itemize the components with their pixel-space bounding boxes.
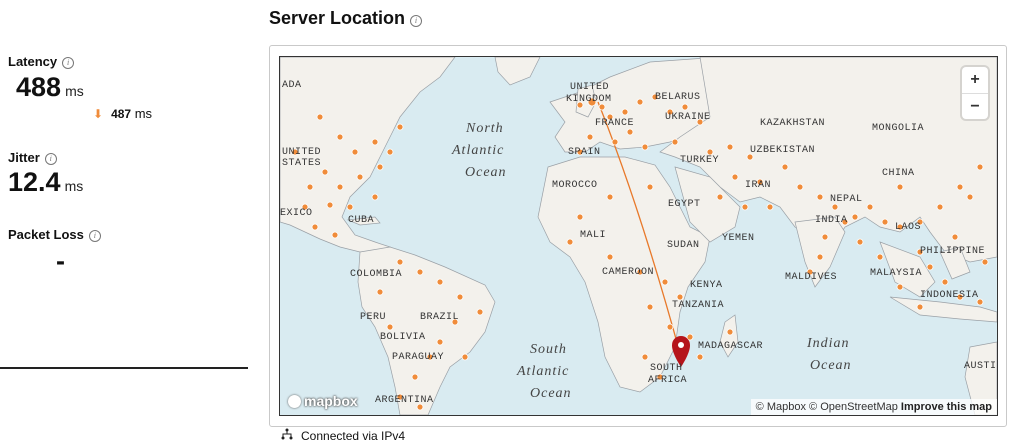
map-label: UNITED bbox=[282, 147, 321, 158]
map-card: ADA UNITED STATES EXICO CUBA COLOMBIA PE… bbox=[269, 45, 1007, 427]
map-label: SUDAN bbox=[667, 240, 700, 251]
zoom-in-button[interactable]: + bbox=[962, 67, 988, 94]
mapbox-icon bbox=[288, 395, 301, 408]
map-label: IRAN bbox=[745, 180, 771, 191]
mapbox-attribution-link[interactable]: © Mapbox bbox=[756, 401, 806, 413]
map-attribution: © Mapbox © OpenStreetMap Improve this ma… bbox=[750, 399, 997, 415]
ocean-label: South bbox=[530, 342, 567, 357]
ocean-label: Indian bbox=[806, 336, 850, 351]
map-label: YEMEN bbox=[722, 233, 755, 244]
map-label: STATES bbox=[282, 158, 321, 169]
map-label: TANZANIA bbox=[672, 300, 724, 311]
map-label: UNITED bbox=[570, 82, 609, 93]
map-label: CHINA bbox=[882, 168, 915, 179]
metrics-panel: Latency i 488 ms ⬇ 487 ms Jitter i 12.4 ms Pa… bbox=[0, 0, 250, 444]
latency-unit: ms bbox=[65, 83, 84, 99]
info-icon[interactable]: i bbox=[44, 153, 57, 165]
map-label: CAMEROON bbox=[602, 267, 654, 278]
map-label: PERU bbox=[360, 312, 386, 323]
map-label: PHILIPPINE bbox=[920, 246, 985, 257]
latency-download: ⬇ 487 ms bbox=[93, 106, 153, 121]
map-label: TURKEY bbox=[680, 155, 719, 166]
map-label: ADA bbox=[282, 80, 302, 91]
network-icon bbox=[281, 428, 293, 443]
map-label: ARGENTINA bbox=[375, 395, 434, 406]
latency-value: 488 ms bbox=[16, 72, 84, 102]
map-label: PARAGUAY bbox=[392, 352, 444, 363]
mapbox-logo[interactable]: mapbox bbox=[288, 393, 358, 409]
ocean-label: Atlantic bbox=[516, 364, 569, 379]
world-map: ADA UNITED STATES EXICO CUBA COLOMBIA PE… bbox=[280, 57, 997, 415]
latency-label: Latency i bbox=[8, 54, 75, 69]
map-label: COLOMBIA bbox=[350, 269, 402, 280]
map-label: SOUTH bbox=[650, 363, 683, 374]
info-icon[interactable]: i bbox=[410, 15, 423, 27]
map-label: MONGOLIA bbox=[872, 123, 924, 134]
connection-status: Connected via IPv4 bbox=[281, 428, 405, 443]
map-label: KINGDOM bbox=[566, 94, 612, 105]
map-label: AUSTI bbox=[964, 361, 997, 372]
map-label: CUBA bbox=[348, 215, 374, 226]
map-label: MALI bbox=[580, 230, 606, 241]
zoom-out-button[interactable]: − bbox=[962, 94, 988, 120]
download-arrow-icon: ⬇ bbox=[93, 107, 104, 121]
ocean-label: Ocean bbox=[810, 358, 852, 373]
map-label: INDIA bbox=[815, 215, 848, 226]
jitter-value: 12.4 ms bbox=[8, 167, 84, 197]
map-label: FRANCE bbox=[595, 118, 634, 129]
jitter-unit: ms bbox=[64, 178, 84, 194]
info-icon[interactable]: i bbox=[62, 57, 75, 69]
jitter-label: Jitter i bbox=[8, 150, 57, 165]
map-label: EXICO bbox=[280, 208, 313, 219]
map-label: AFRICA bbox=[648, 375, 687, 386]
ocean-label: North bbox=[465, 121, 504, 136]
map-label: MALAYSIA bbox=[870, 268, 922, 279]
map-label: BRAZIL bbox=[420, 312, 459, 323]
info-icon[interactable]: i bbox=[88, 230, 101, 242]
server-map[interactable]: ADA UNITED STATES EXICO CUBA COLOMBIA PE… bbox=[279, 56, 998, 416]
ocean-label: Atlantic bbox=[451, 143, 504, 158]
map-label: LAOS bbox=[895, 222, 921, 233]
packet-loss-label: Packet Loss i bbox=[8, 227, 101, 242]
map-label: MOROCCO bbox=[552, 180, 598, 191]
divider bbox=[0, 367, 248, 369]
map-label: INDONESIA bbox=[920, 290, 979, 301]
map-label: KENYA bbox=[690, 280, 723, 291]
map-label: UKRAINE bbox=[665, 112, 711, 123]
packet-loss-value: - bbox=[56, 246, 65, 276]
ocean-label: Ocean bbox=[465, 165, 507, 180]
ocean-label: Ocean bbox=[530, 386, 572, 401]
map-label: SPAIN bbox=[568, 147, 601, 158]
map-label: MADAGASCAR bbox=[698, 341, 763, 352]
zoom-controls: + − bbox=[962, 67, 988, 119]
map-label: BELARUS bbox=[655, 92, 701, 103]
page-title: Server Location i bbox=[269, 8, 423, 29]
map-label: EGYPT bbox=[668, 199, 701, 210]
map-label: UZBEKISTAN bbox=[750, 145, 815, 156]
osm-attribution-link[interactable]: © OpenStreetMap bbox=[809, 401, 898, 413]
connection-text: Connected via IPv4 bbox=[301, 429, 406, 443]
map-label: KAZAKHSTAN bbox=[760, 118, 825, 129]
improve-map-link[interactable]: Improve this map bbox=[901, 401, 992, 413]
map-label: NEPAL bbox=[830, 194, 863, 205]
map-label: MALDIVES bbox=[785, 272, 837, 283]
map-label: BOLIVIA bbox=[380, 332, 426, 343]
